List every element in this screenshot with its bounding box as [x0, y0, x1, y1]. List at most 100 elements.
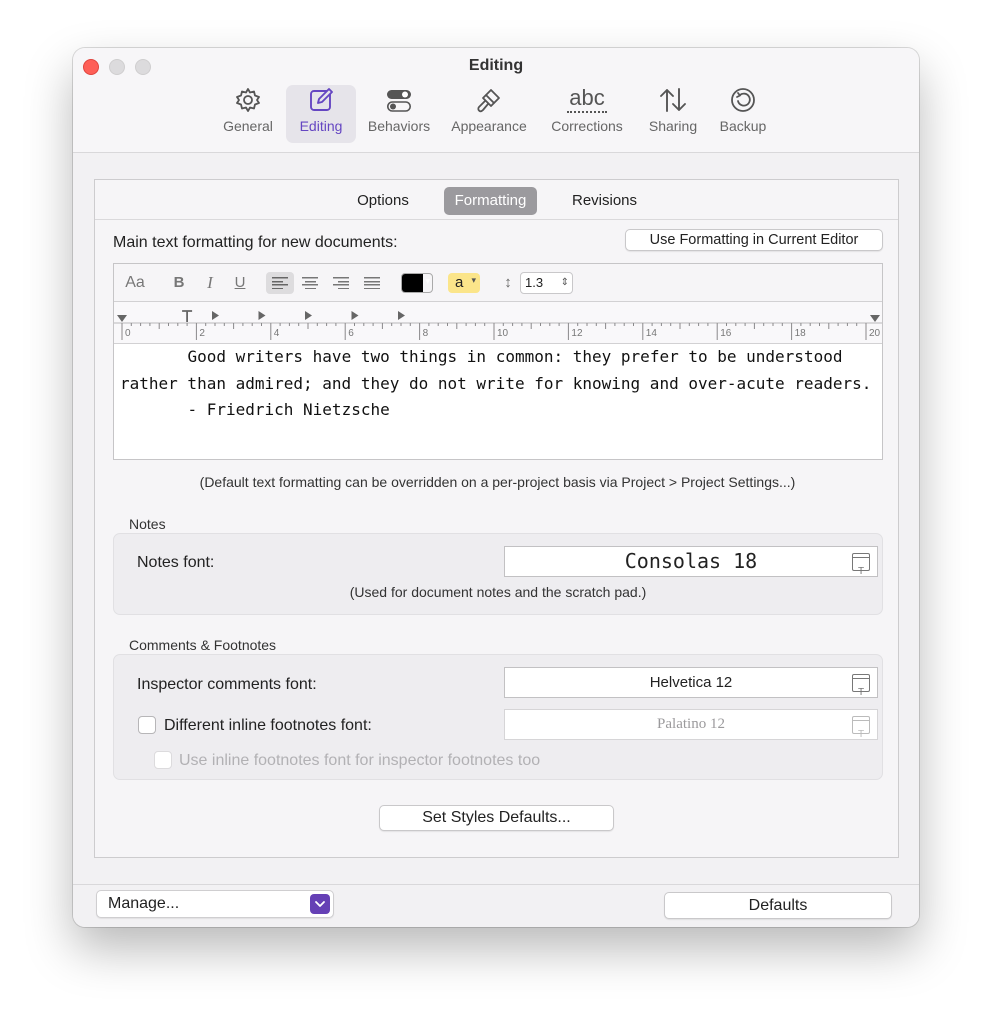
- highlight-color-picker[interactable]: a ▾: [448, 273, 480, 293]
- tab-options[interactable]: Options: [342, 187, 424, 215]
- toolbar-label: Editing: [299, 118, 343, 134]
- line-spacing-icon: ↕: [504, 274, 512, 291]
- notes-font-note: (Used for document notes and the scratch…: [349, 584, 647, 600]
- inspector-comments-font-field[interactable]: Helvetica 12: [504, 667, 878, 707]
- font-panel-icon[interactable]: [852, 552, 870, 586]
- bold-button[interactable]: B: [168, 272, 190, 294]
- ruler-number: 14: [645, 328, 657, 339]
- align-left-icon: [272, 277, 288, 289]
- comments-section-title: Comments & Footnotes: [129, 637, 277, 653]
- toolbar-label: General: [223, 118, 273, 134]
- notes-font-label: Notes font:: [137, 554, 215, 571]
- use-inline-footnotes-label: Use inline footnotes font for inspector …: [179, 752, 541, 769]
- formatting-panel: Options Formatting Revisions Main text f…: [94, 179, 899, 858]
- ruler-number: 8: [422, 328, 429, 339]
- dotted-underline: [567, 110, 607, 113]
- notes-group: Notes font: Consolas 18 (Used for docume…: [113, 533, 883, 615]
- margin-marker[interactable]: [117, 315, 127, 322]
- tab-stop-marker[interactable]: [258, 311, 266, 320]
- window-title: Editing: [468, 57, 524, 74]
- font-panel-icon[interactable]: [852, 673, 870, 707]
- tab-stop-marker[interactable]: [212, 311, 219, 320]
- comments-group: Inspector comments font: Helvetica 12 Di…: [113, 654, 883, 780]
- manage-label: Manage...: [108, 895, 180, 912]
- ruler-number: 10: [497, 328, 509, 339]
- text-color-swatch: [402, 274, 423, 292]
- tab-stop-marker[interactable]: [351, 311, 359, 320]
- formatting-editor: Aa B I U ▾ a ▾ ↕ 1.3 ⇕ 0 2 4 6 8 10 12 1…: [113, 263, 883, 460]
- gear-icon: [213, 85, 283, 115]
- text-color-picker[interactable]: ▾: [401, 273, 433, 293]
- abc-icon-text: abc: [569, 84, 605, 110]
- notes-font-field[interactable]: Consolas 18: [504, 546, 878, 586]
- align-right-icon: [333, 277, 349, 289]
- ruler-number: 20: [869, 328, 881, 339]
- font-panel-button[interactable]: Aa: [122, 272, 148, 294]
- tab-stop-marker[interactable]: [305, 311, 312, 320]
- use-inline-footnotes-checkbox[interactable]: [154, 751, 172, 769]
- ruler-number: 6: [348, 328, 354, 339]
- highlight-label: a: [455, 274, 464, 291]
- arrows-up-down-icon: [641, 85, 705, 115]
- align-center-button[interactable]: [298, 272, 322, 294]
- chevron-down-icon: [310, 894, 330, 914]
- toolbar-label: Corrections: [551, 118, 623, 134]
- title-bar: Editing General Editing Behaviors Appear…: [73, 48, 919, 153]
- defaults-button[interactable]: Defaults: [664, 892, 892, 919]
- toolbar-appearance[interactable]: Appearance: [445, 85, 533, 143]
- italic-button[interactable]: I: [199, 272, 221, 294]
- margin-marker[interactable]: [870, 315, 880, 322]
- ruler-number: 12: [571, 328, 583, 339]
- chevron-down-icon: ▾: [471, 275, 476, 285]
- tab-revisions[interactable]: Revisions: [557, 187, 652, 215]
- justify-icon: [364, 277, 380, 289]
- align-center-icon: [302, 277, 318, 289]
- ruler-number: 2: [199, 328, 205, 339]
- ruler-number: 4: [273, 328, 280, 339]
- inline-footnotes-font-value: Palatino 12: [657, 716, 725, 732]
- toolbar-general[interactable]: General: [213, 85, 283, 143]
- manage-popup[interactable]: Manage...: [96, 890, 334, 918]
- tab-divider: [95, 219, 898, 220]
- backup-clock-icon: [713, 85, 773, 115]
- default-formatting-note: (Default text formatting can be overridd…: [199, 474, 796, 490]
- ruler-number: 18: [794, 328, 806, 339]
- notes-section-title: Notes: [129, 516, 166, 532]
- tab-formatting[interactable]: Formatting: [444, 187, 537, 215]
- toolbar-backup[interactable]: Backup: [713, 85, 773, 143]
- toolbar-editing[interactable]: Editing: [286, 85, 356, 143]
- main-formatting-label: Main text formatting for new documents:: [113, 234, 398, 251]
- ruler-number: 16: [720, 328, 732, 339]
- abc-icon: abc: [544, 85, 630, 115]
- justify-button[interactable]: [360, 272, 384, 294]
- toolbar-behaviors[interactable]: Behaviors: [363, 85, 435, 143]
- line-spacing-field[interactable]: 1.3 ⇕: [520, 272, 573, 294]
- inline-footnotes-font-field[interactable]: Palatino 12: [504, 709, 878, 749]
- notes-font-value: Consolas 18: [624, 549, 758, 573]
- ruler: 0 2 4 6 8 10 12 14 16 18 20: [114, 302, 882, 344]
- font-panel-icon[interactable]: [852, 715, 870, 749]
- edit-icon: [286, 85, 356, 115]
- chevron-down-icon: ▾: [425, 276, 430, 286]
- ruler-number: 0: [125, 328, 131, 339]
- toolbar-label: Sharing: [648, 118, 698, 134]
- paintbrush-icon: [445, 85, 533, 115]
- set-styles-defaults-button[interactable]: Set Styles Defaults...: [379, 805, 614, 831]
- first-line-indent-marker[interactable]: [182, 310, 193, 322]
- toggles-icon: [363, 85, 435, 115]
- inspector-comments-font-value: Helvetica 12: [649, 674, 733, 691]
- toolbar-label: Appearance: [451, 118, 527, 134]
- align-left-button[interactable]: [266, 272, 294, 294]
- align-right-button[interactable]: [329, 272, 353, 294]
- toolbar-corrections[interactable]: abc Corrections: [544, 85, 630, 143]
- tab-stop-marker[interactable]: [398, 311, 405, 320]
- inline-footnotes-checkbox[interactable]: [138, 716, 156, 734]
- underline-button[interactable]: U: [229, 272, 251, 294]
- toolbar-sharing[interactable]: Sharing: [641, 85, 705, 143]
- sample-text[interactable]: Good writers have two things in common: …: [120, 344, 876, 424]
- toolbar-label: Behaviors: [367, 118, 431, 134]
- stepper-icon: ⇕: [560, 277, 569, 288]
- toolbar-label: Backup: [719, 118, 767, 134]
- preferences-window: Editing General Editing Behaviors Appear…: [73, 48, 919, 927]
- use-formatting-current-editor-button[interactable]: Use Formatting in Current Editor: [625, 229, 883, 251]
